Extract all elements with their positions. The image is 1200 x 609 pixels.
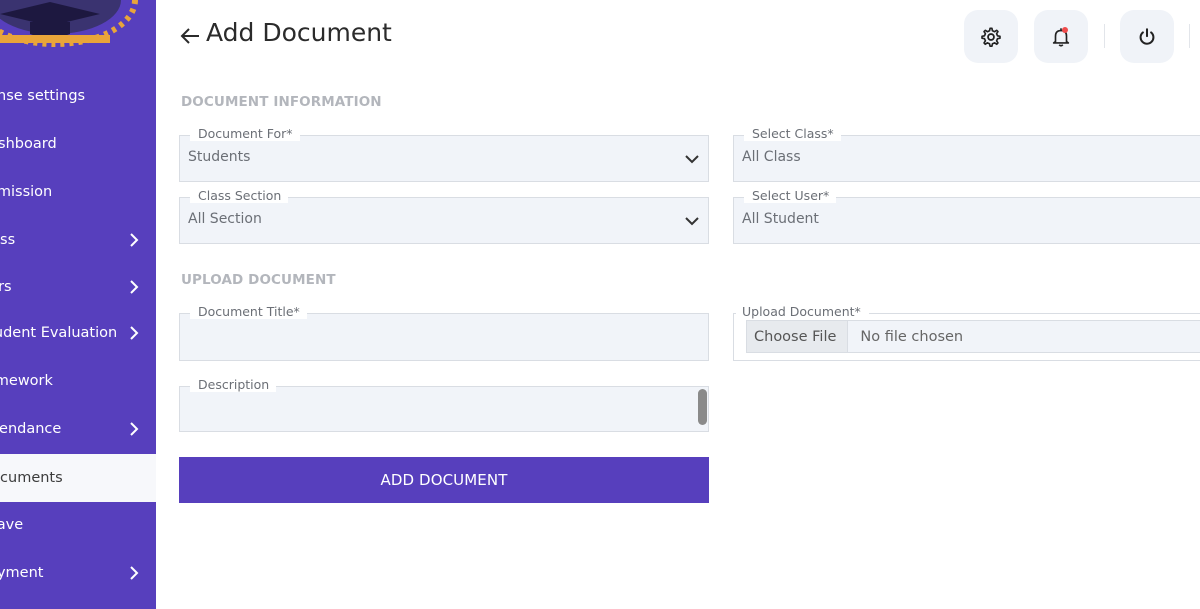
notification-badge (1062, 27, 1068, 33)
select-user-select[interactable]: Select User* All Student (733, 189, 1200, 244)
select-class-select[interactable]: Select Class* All Class (733, 127, 1200, 182)
class-section-value: All Section (188, 211, 262, 227)
select-user-value: All Student (742, 211, 819, 227)
file-status: No file chosen (860, 328, 964, 345)
sidebar-item-attendance[interactable]: Attendance (0, 405, 156, 453)
power-icon (1139, 27, 1155, 45)
description-label: Description (190, 378, 277, 392)
sidebar-item-documents[interactable]: Documents (0, 454, 156, 502)
class-section-label: Class Section (190, 189, 289, 203)
document-for-select[interactable]: Document For* Students (179, 127, 709, 182)
select-class-label: Select Class* (744, 127, 841, 141)
chevron-right-icon (130, 422, 139, 436)
choose-file-button[interactable]: Choose File (747, 321, 849, 352)
header-divider (1189, 24, 1190, 48)
chevron-right-icon (130, 280, 139, 294)
section-title-document-information: DOCUMENT INFORMATION (181, 94, 382, 110)
select-user-label: Select User* (744, 189, 837, 203)
sidebar-item-license-settings[interactable]: License settings (0, 72, 156, 120)
sidebar-item-homework[interactable]: Homework (0, 357, 156, 405)
page-title: Add Document (206, 18, 392, 47)
sidebar: License settings Dashboard Admission Cla… (0, 0, 156, 609)
section-title-upload-document: UPLOAD DOCUMENT (181, 272, 336, 288)
back-arrow-icon[interactable] (179, 26, 201, 46)
upload-document-label: Upload Document* (736, 305, 869, 319)
chevron-right-icon (130, 326, 139, 340)
file-input[interactable]: Choose File No file chosen (746, 320, 1200, 353)
bell-icon (1052, 27, 1070, 47)
chevron-right-icon (130, 566, 139, 580)
chevron-down-icon (685, 217, 699, 226)
document-for-value: Students (188, 149, 251, 165)
gear-icon (981, 26, 1001, 47)
select-class-value: All Class (742, 149, 801, 165)
sidebar-item-users[interactable]: Users (0, 263, 156, 311)
notifications-button[interactable] (1034, 10, 1088, 63)
description-textarea[interactable]: Description (179, 378, 709, 432)
sidebar-item-student-evaluation[interactable]: Student Evaluation (0, 309, 156, 357)
textarea-scrollbar[interactable] (698, 389, 707, 425)
add-document-button[interactable]: ADD DOCUMENT (179, 457, 709, 503)
school-logo-icon (0, 0, 138, 47)
chevron-down-icon (685, 155, 699, 164)
sidebar-item-class[interactable]: Class (0, 216, 156, 264)
sidebar-item-admission[interactable]: Admission (0, 168, 156, 216)
document-for-label: Document For* (190, 127, 300, 141)
sidebar-item-leave[interactable]: Leave (0, 501, 156, 549)
document-title-input[interactable]: Document Title* (179, 305, 709, 361)
sidebar-item-payment[interactable]: Payment (0, 549, 156, 597)
upload-document-field: Upload Document* Choose File No file cho… (733, 305, 1200, 361)
sidebar-item-dashboard[interactable]: Dashboard (0, 120, 156, 168)
document-title-label: Document Title* (190, 305, 307, 319)
chevron-right-icon (130, 233, 139, 247)
class-section-select[interactable]: Class Section All Section (179, 189, 709, 244)
logout-button[interactable] (1120, 10, 1174, 63)
header-divider (1104, 24, 1105, 48)
settings-button[interactable] (964, 10, 1018, 63)
